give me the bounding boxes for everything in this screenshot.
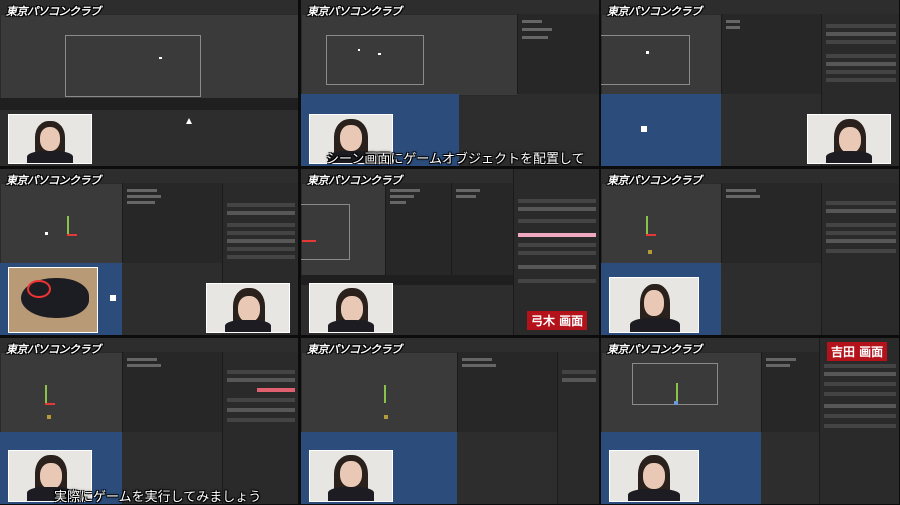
- logo: 東京パソコンクラブ: [6, 343, 101, 356]
- scene-view[interactable]: [301, 183, 387, 277]
- hierarchy-panel[interactable]: [761, 352, 820, 432]
- subtitle-top: シーン画面にゲームオブジェクトを配置して: [326, 152, 585, 167]
- scene-view[interactable]: [301, 352, 459, 434]
- inspector-panel[interactable]: [222, 352, 298, 504]
- scene-view[interactable]: [601, 183, 723, 265]
- inspector-panel[interactable]: [557, 352, 599, 504]
- webcam-panel-3: [807, 114, 891, 164]
- panel-8: 東京パソコンクラブ: [301, 338, 599, 504]
- yoshida-screen-badge: 吉田 画面: [827, 342, 888, 361]
- hierarchy-panel[interactable]: [721, 14, 822, 94]
- logo: 東京パソコンクラブ: [6, 174, 101, 187]
- scene-view[interactable]: [0, 183, 124, 265]
- scene-view[interactable]: [301, 14, 519, 96]
- logo: 東京パソコンクラブ: [607, 343, 702, 356]
- logo: 東京パソコンクラブ: [307, 343, 402, 356]
- webcam-panel-4: [206, 283, 290, 333]
- hierarchy-panel[interactable]: [385, 183, 452, 275]
- panel-2: 東京パソコンクラブ: [301, 0, 599, 166]
- inspector-panel[interactable]: [821, 183, 899, 335]
- panel-4: 東京パソコンクラブ: [0, 169, 298, 335]
- video-grid: 東京パソコンクラブ 東京パソコンクラブ 東京パソコンクラブ シーン画面にゲームオ…: [0, 0, 900, 505]
- scene-view[interactable]: [0, 352, 124, 434]
- cursor-icon: [186, 118, 192, 124]
- inspector-panel[interactable]: [819, 338, 899, 504]
- webcam-panel-1: [8, 114, 92, 164]
- logo: 東京パソコンクラブ: [607, 5, 702, 18]
- logo: 東京パソコンクラブ: [307, 174, 402, 187]
- hierarchy-panel[interactable]: [721, 183, 822, 263]
- logo: 東京パソコンクラブ: [6, 5, 101, 18]
- webcam-panel-8: [309, 450, 393, 502]
- panel-9: 東京パソコンクラブ 吉田 画面: [601, 338, 899, 504]
- toolbar: [0, 98, 298, 110]
- logo: 東京パソコンクラブ: [607, 174, 702, 187]
- panel-7: 東京パソコンクラブ: [0, 338, 298, 504]
- scene-view[interactable]: [601, 352, 763, 434]
- webcam-panel-9: [609, 450, 699, 502]
- subtitle-bottom: 実際にゲームを実行してみましょう: [54, 490, 262, 505]
- panel-1: 東京パソコンクラブ: [0, 0, 298, 166]
- project-panel[interactable]: [451, 183, 514, 275]
- mouse-photo-icon: [8, 267, 98, 333]
- game-view: [601, 94, 721, 166]
- scene-view[interactable]: [601, 14, 723, 96]
- panel-6: 東京パソコンクラブ: [601, 169, 899, 335]
- hierarchy-panel[interactable]: [517, 14, 599, 94]
- yumiki-screen-badge: 弓木 画面: [527, 311, 588, 330]
- hierarchy-panel[interactable]: [122, 352, 223, 432]
- hierarchy-panel[interactable]: [122, 183, 223, 263]
- webcam-panel-5: [309, 283, 393, 333]
- hierarchy-panel[interactable]: [457, 352, 558, 432]
- webcam-panel-6: [609, 277, 699, 333]
- scene-view[interactable]: [0, 14, 298, 100]
- panel-5: 東京パソコンクラブ 弓木 画面: [301, 169, 599, 335]
- panel-3: 東京パソコンクラブ: [601, 0, 899, 166]
- logo: 東京パソコンクラブ: [307, 5, 402, 18]
